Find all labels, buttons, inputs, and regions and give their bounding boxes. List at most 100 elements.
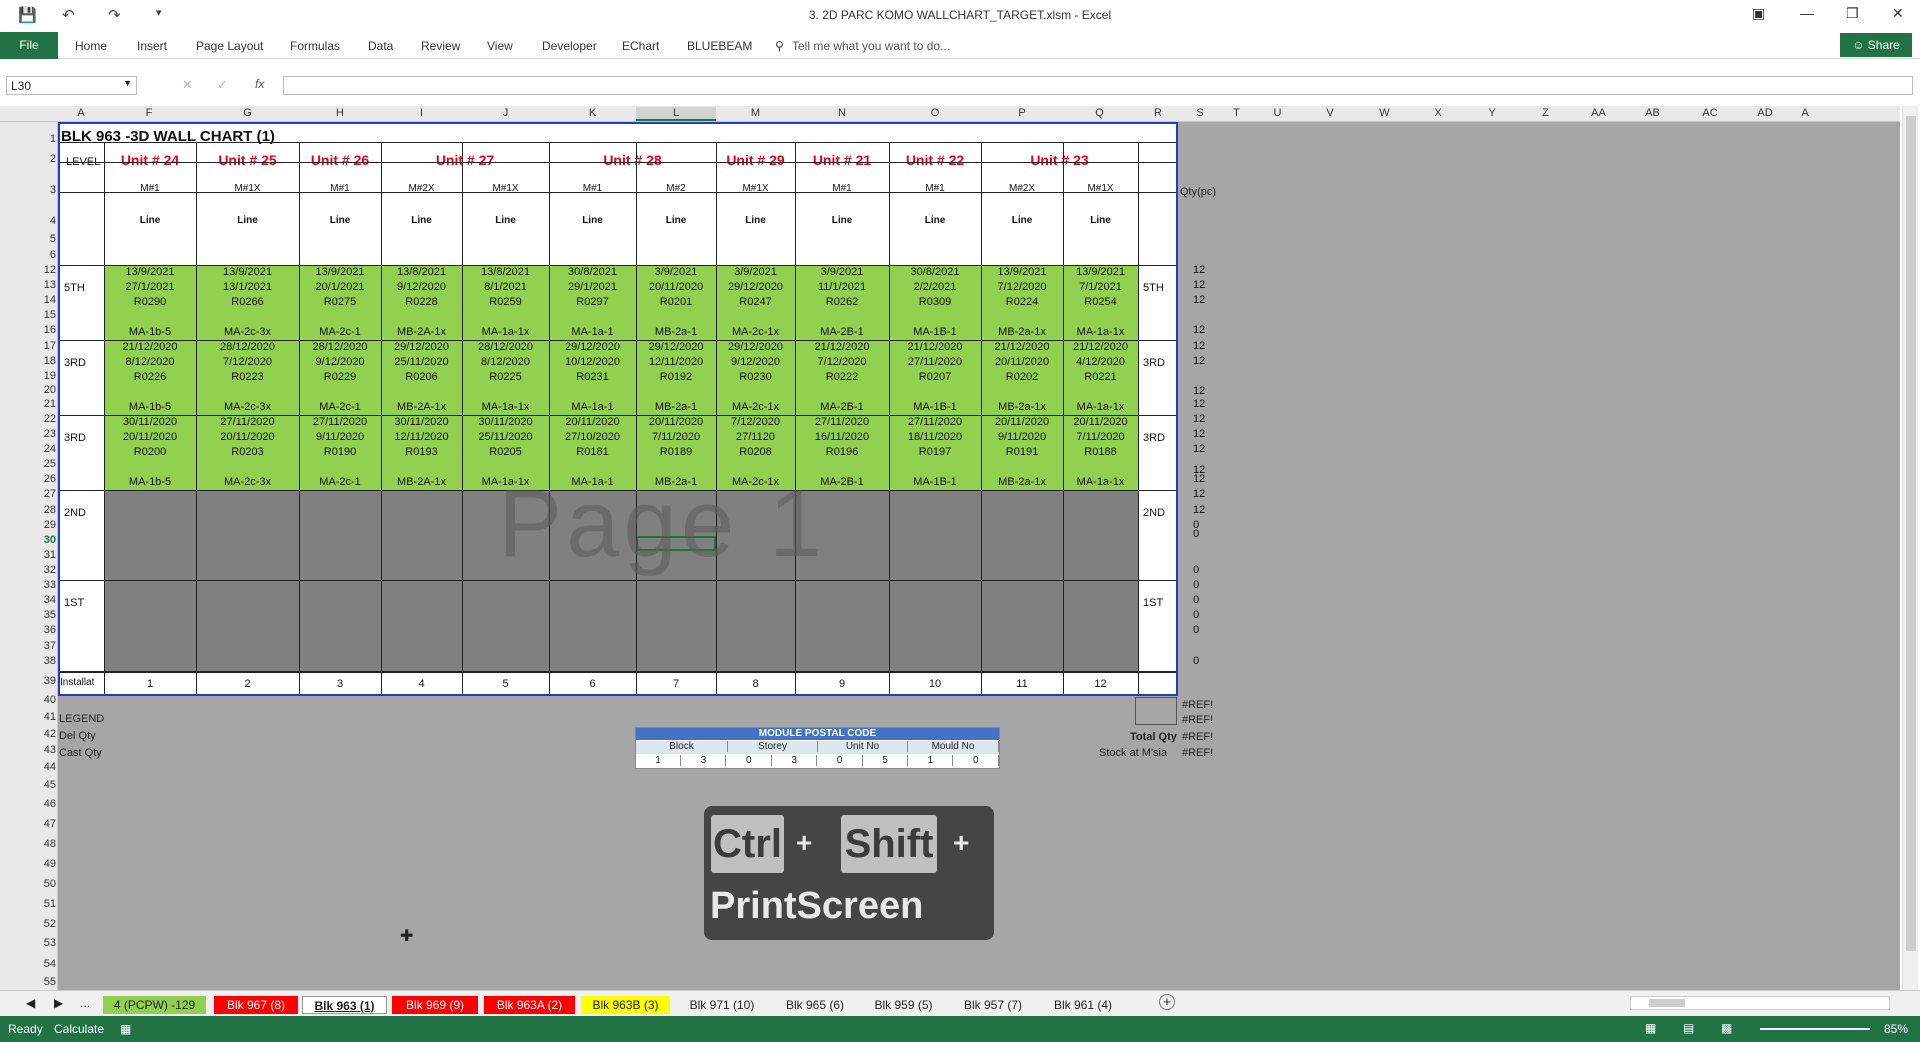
row-header[interactable]: 52	[34, 918, 56, 930]
more-tabs[interactable]: ...	[80, 996, 90, 1010]
row-header[interactable]: 55	[34, 976, 56, 988]
horizontal-scrollbar[interactable]	[1630, 996, 1890, 1010]
row-header[interactable]: 18	[34, 355, 56, 367]
row-header[interactable]: 20	[34, 384, 56, 396]
column-header[interactable]: U	[1253, 107, 1302, 119]
zoom-level[interactable]: 85%	[1884, 1022, 1908, 1036]
sheet-tab[interactable]: Blk 967 (8)	[214, 996, 298, 1014]
sheet-tab[interactable]: Blk 963A (2)	[484, 996, 575, 1014]
scroll-left-icon[interactable]: ◀	[26, 996, 35, 1010]
sheet-tab[interactable]: Blk 969 (9)	[392, 996, 478, 1014]
row-header[interactable]: 47	[34, 818, 56, 830]
row-header[interactable]: 1	[34, 133, 56, 145]
row-header[interactable]: 19	[34, 370, 56, 382]
row-header[interactable]: 48	[34, 838, 56, 850]
horizontal-scroll-thumb[interactable]	[1649, 999, 1685, 1007]
tab-data[interactable]: Data	[368, 39, 393, 53]
status-calculate[interactable]: Calculate	[54, 1022, 104, 1036]
tab-echart[interactable]: EChart	[622, 39, 659, 53]
row-header[interactable]: 30	[34, 534, 56, 546]
row-header[interactable]: 35	[34, 609, 56, 621]
column-header[interactable]: O	[889, 107, 981, 119]
ribbon-display-icon[interactable]: ▣	[1752, 5, 1765, 22]
share-button[interactable]: ☺ Share	[1840, 33, 1912, 57]
column-header[interactable]: AD	[1740, 107, 1790, 119]
row-header[interactable]: 33	[34, 579, 56, 591]
column-header[interactable]: N	[795, 107, 889, 119]
row-header[interactable]: 31	[34, 549, 56, 561]
row-header[interactable]: 53	[34, 937, 56, 949]
row-header[interactable]: 16	[34, 324, 56, 336]
row-header[interactable]: 38	[34, 655, 56, 667]
row-header[interactable]: 29	[34, 519, 56, 531]
enter-icon[interactable]: ✓	[217, 77, 228, 93]
sheet-tab[interactable]: Blk 961 (4)	[1041, 996, 1125, 1014]
minimize-icon[interactable]: —	[1800, 5, 1814, 21]
wall-chart-area[interactable]: BLK 963 -3D WALL CHART (1) LEVEL Unit # 2…	[58, 122, 1178, 696]
row-header[interactable]: 43	[34, 744, 56, 756]
sheet-tab[interactable]: Blk 963B (3)	[581, 996, 670, 1014]
column-header[interactable]: J	[462, 107, 549, 119]
row-header[interactable]: 3	[34, 184, 56, 196]
column-header[interactable]: M	[716, 107, 795, 119]
row-header[interactable]: 22	[34, 413, 56, 425]
row-header[interactable]: 40	[34, 694, 56, 706]
row-header[interactable]: 50	[34, 878, 56, 890]
row-header[interactable]: 12	[34, 264, 56, 276]
name-box[interactable]: L30 ▼	[6, 76, 137, 95]
tab-developer[interactable]: Developer	[542, 39, 597, 53]
tab-home[interactable]: Home	[75, 39, 107, 53]
restore-icon[interactable]: ❐	[1846, 5, 1859, 22]
sheet-tab[interactable]: 4 (PCPW) -129	[103, 996, 206, 1014]
tab-view[interactable]: View	[487, 39, 513, 53]
column-header[interactable]: G	[196, 107, 299, 119]
row-header[interactable]: 51	[34, 898, 56, 910]
row-header[interactable]: 44	[34, 761, 56, 773]
column-header[interactable]: H	[299, 107, 381, 119]
cancel-icon[interactable]: ✕	[182, 77, 193, 93]
row-header[interactable]: 5	[34, 233, 56, 245]
row-header[interactable]: 13	[34, 279, 56, 291]
tab-formulas[interactable]: Formulas	[290, 39, 340, 53]
row-header[interactable]: 25	[34, 458, 56, 470]
vertical-scrollbar[interactable]	[1902, 106, 1918, 990]
column-header[interactable]: T	[1220, 107, 1253, 119]
column-header[interactable]: K	[549, 107, 636, 119]
normal-view-icon[interactable]: ▦	[1645, 1021, 1656, 1035]
row-header[interactable]: 39	[34, 675, 56, 687]
page-layout-view-icon[interactable]: ▤	[1683, 1021, 1694, 1035]
row-header[interactable]: 45	[34, 779, 56, 791]
column-header[interactable]: S	[1180, 107, 1220, 119]
row-header[interactable]: 17	[34, 340, 56, 352]
column-header[interactable]: Z	[1519, 107, 1572, 119]
column-header[interactable]: Y	[1465, 107, 1519, 119]
row-header[interactable]: 26	[34, 473, 56, 485]
row-header[interactable]: 4	[34, 215, 56, 227]
row-header[interactable]: 23	[34, 428, 56, 440]
row-header[interactable]: 34	[34, 594, 56, 606]
close-icon[interactable]: ✕	[1892, 5, 1904, 22]
row-header[interactable]: 6	[34, 249, 56, 261]
column-header[interactable]: A	[60, 107, 102, 119]
row-header[interactable]: 28	[34, 504, 56, 516]
tab-page-layout[interactable]: Page Layout	[196, 39, 263, 53]
vertical-scroll-thumb[interactable]	[1906, 116, 1916, 951]
formula-input[interactable]	[283, 76, 1913, 95]
row-header[interactable]: 14	[34, 294, 56, 306]
sheet-tab[interactable]: Blk 959 (5)	[862, 996, 945, 1014]
page-break-view-icon[interactable]: ▩	[1721, 1021, 1732, 1035]
row-header[interactable]: 42	[34, 728, 56, 740]
row-header[interactable]: 15	[34, 309, 56, 321]
row-header[interactable]: 27	[34, 488, 56, 500]
insert-function-icon[interactable]: fx	[255, 77, 264, 91]
column-header[interactable]: V	[1302, 107, 1358, 119]
zoom-slider[interactable]	[1760, 1028, 1870, 1030]
column-header[interactable]: P	[981, 107, 1063, 119]
row-header[interactable]: 41	[34, 711, 56, 723]
row-header[interactable]: 54	[34, 958, 56, 970]
row-header[interactable]: 46	[34, 798, 56, 810]
column-header[interactable]: AB	[1625, 107, 1680, 119]
row-header[interactable]: 24	[34, 443, 56, 455]
column-header[interactable]: AA	[1572, 107, 1625, 119]
scroll-right-icon[interactable]: ▶	[54, 996, 63, 1010]
